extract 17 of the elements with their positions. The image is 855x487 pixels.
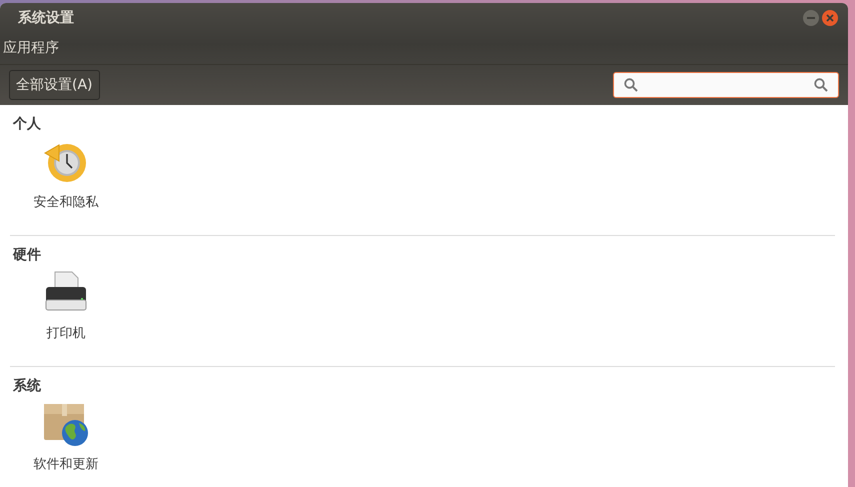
settings-item-label[interactable]: 软件和更新 — [34, 455, 98, 473]
section-title: 个人 — [12, 115, 42, 133]
window-title: 系统设置 — [18, 8, 74, 26]
search-field[interactable] — [613, 72, 839, 98]
section-title: 硬件 — [12, 246, 42, 264]
section-title: 系统 — [12, 377, 42, 395]
close-button[interactable] — [822, 10, 838, 26]
close-icon — [826, 14, 834, 22]
minimize-button[interactable] — [803, 10, 819, 26]
settings-item-label[interactable]: 安全和隐私 — [34, 193, 98, 211]
all-settings-button[interactable]: 全部设置(A) — [9, 70, 100, 100]
settings-item-label[interactable]: 打印机 — [46, 324, 86, 342]
search-icon — [814, 78, 828, 92]
search-icon — [624, 78, 638, 92]
minimize-icon — [807, 16, 815, 18]
menu-item[interactable]: 应用程序 — [3, 39, 59, 57]
package-globe-icon — [42, 401, 90, 447]
